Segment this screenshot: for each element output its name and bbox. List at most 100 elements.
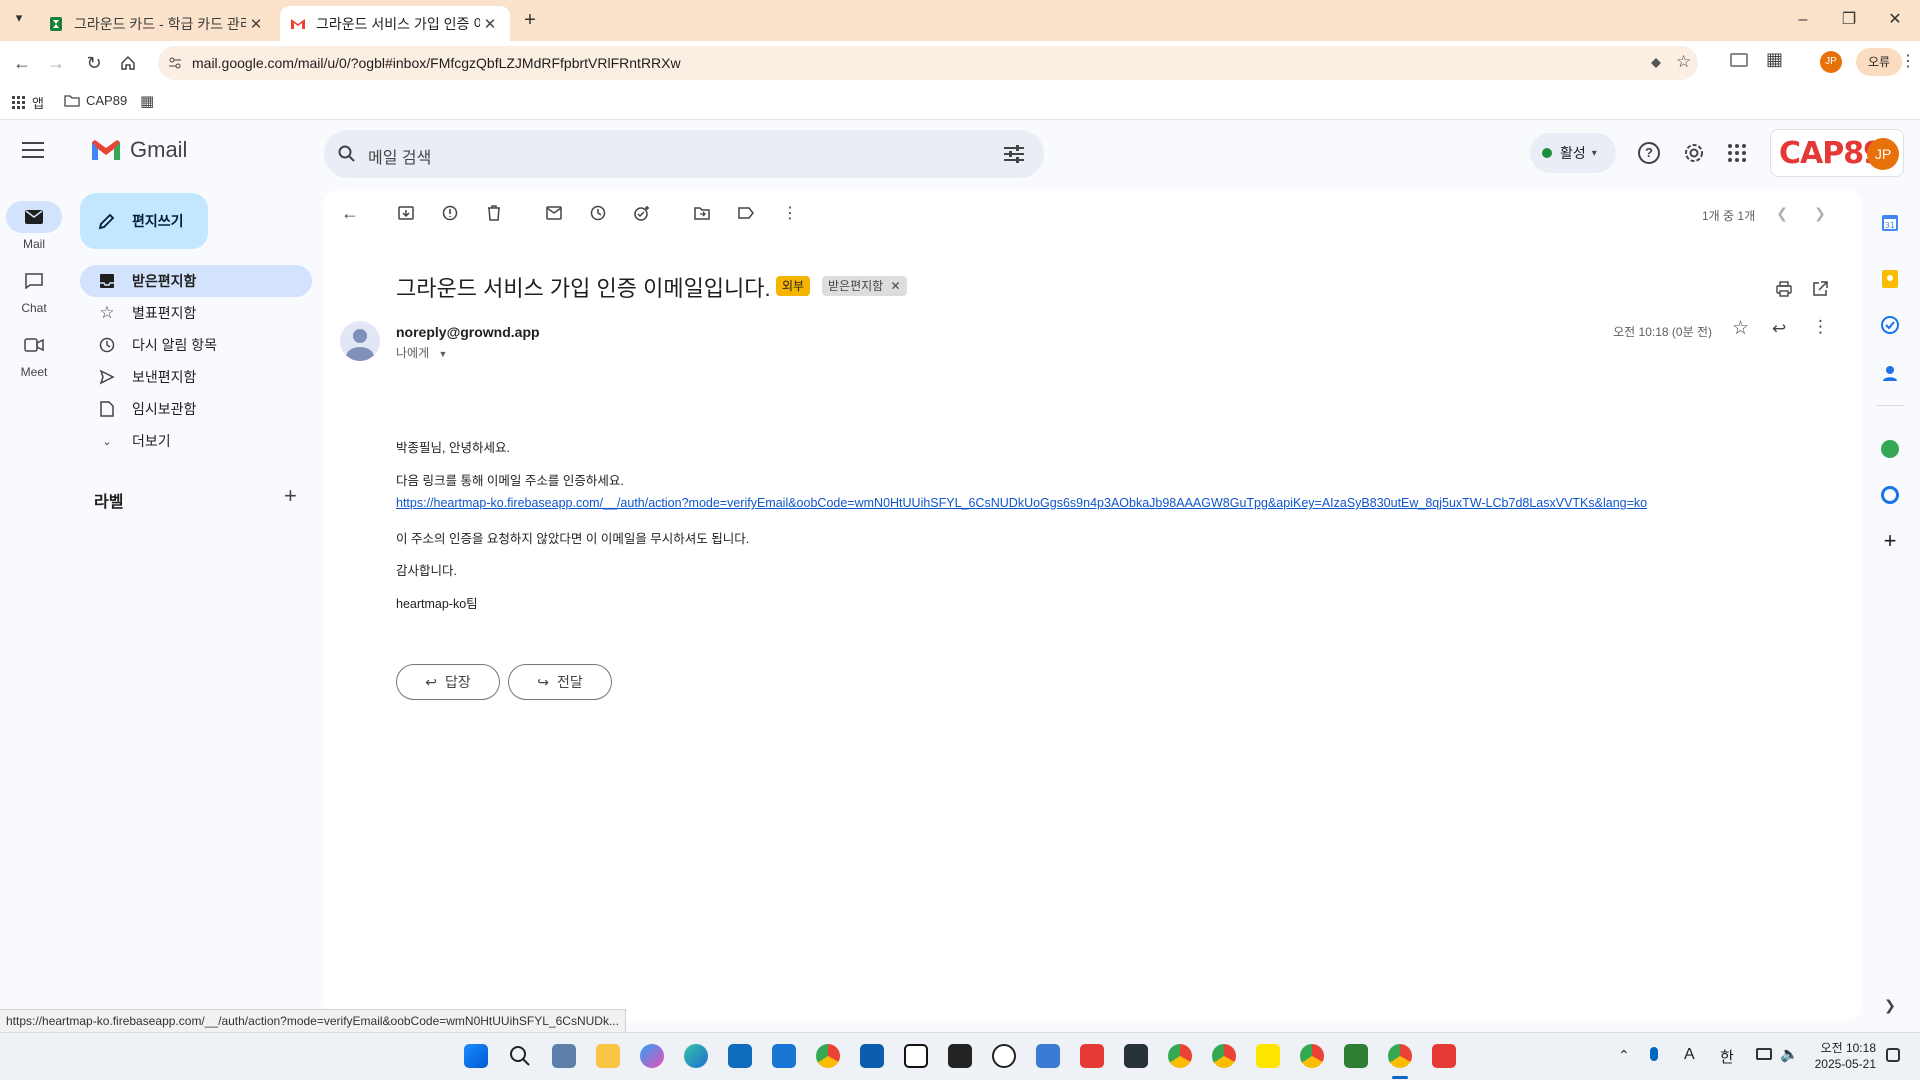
chrome-icon[interactable] xyxy=(1388,1044,1412,1068)
star-icon[interactable]: ☆ xyxy=(1732,317,1749,340)
show-hidden-icons[interactable]: ⌃ xyxy=(1618,1047,1630,1064)
account-chip[interactable]: CAP89 JP xyxy=(1770,129,1904,177)
bookmark-apps[interactable]: 앱 xyxy=(12,93,44,112)
add-label-icon[interactable]: + xyxy=(284,483,297,509)
tab-search-icon[interactable]: ▾ xyxy=(8,10,30,32)
settings-gear-icon[interactable] xyxy=(1682,141,1706,165)
edge-icon[interactable] xyxy=(684,1044,708,1068)
home-button[interactable] xyxy=(114,49,142,77)
reload-button[interactable]: ↻ xyxy=(80,49,108,77)
volume-icon[interactable]: 🔈 xyxy=(1780,1045,1799,1063)
close-tab-icon[interactable]: ✕ xyxy=(246,15,266,33)
tasks-icon[interactable] xyxy=(1878,313,1902,337)
search-icon[interactable] xyxy=(508,1044,532,1068)
widgets-icon[interactable] xyxy=(552,1044,576,1068)
nav-inbox[interactable]: 받은편지함 xyxy=(80,265,312,297)
addon-green-icon[interactable] xyxy=(1878,437,1902,461)
eye-icon[interactable] xyxy=(1648,55,1664,71)
store-icon[interactable] xyxy=(728,1044,752,1068)
more-options-icon[interactable]: ⋮ xyxy=(1812,317,1829,337)
calendar-icon[interactable]: 31 xyxy=(1878,211,1902,235)
older-icon[interactable]: ❯ xyxy=(1806,199,1834,227)
bookmark-cap89[interactable]: CAP89 xyxy=(64,93,127,108)
snooze-icon[interactable] xyxy=(584,199,612,227)
add-to-tasks-icon[interactable] xyxy=(628,199,656,227)
app-icon[interactable] xyxy=(1080,1044,1104,1068)
nav-drafts[interactable]: 임시보관함 xyxy=(80,393,312,425)
nav-starred[interactable]: ☆ 별표편지함 xyxy=(80,297,312,329)
sender-avatar[interactable] xyxy=(340,321,380,361)
hide-side-panel-icon[interactable]: ❯ xyxy=(1878,993,1902,1017)
archive-icon[interactable] xyxy=(392,199,420,227)
notion-icon[interactable] xyxy=(904,1044,928,1068)
app-icon[interactable] xyxy=(1344,1044,1368,1068)
back-to-inbox-icon[interactable]: ← xyxy=(336,199,364,227)
move-to-icon[interactable] xyxy=(688,199,716,227)
get-addons-icon[interactable]: + xyxy=(1878,528,1902,553)
tab-gmail[interactable]: 그라운드 서비스 가입 인증 이메일 ✕ xyxy=(280,6,510,41)
compose-button[interactable]: 편지쓰기 xyxy=(80,193,208,249)
addon-blue-icon[interactable] xyxy=(1878,483,1902,507)
chrome-icon[interactable] xyxy=(816,1044,840,1068)
keep-icon[interactable] xyxy=(1878,267,1902,291)
app-icon[interactable] xyxy=(1124,1044,1148,1068)
status-chip[interactable]: 활성 ▾ xyxy=(1530,133,1616,173)
chrome-icon[interactable] xyxy=(1300,1044,1324,1068)
app-icon[interactable] xyxy=(1432,1044,1456,1068)
account-avatar[interactable]: JP xyxy=(1867,138,1899,170)
search-bar[interactable]: 메일 검색 xyxy=(324,130,1044,178)
kakaotalk-icon[interactable] xyxy=(1256,1044,1280,1068)
app-icon[interactable] xyxy=(1036,1044,1060,1068)
rail-mail[interactable]: Mail xyxy=(0,201,68,251)
app-icon[interactable] xyxy=(860,1044,884,1068)
verification-link[interactable]: https://heartmap-ko.firebaseapp.com/__/a… xyxy=(396,496,1647,510)
microphone-icon[interactable] xyxy=(1650,1047,1658,1061)
recipient-details[interactable]: 나에게 ▼ xyxy=(396,344,447,361)
more-options-icon[interactable]: ⋮ xyxy=(776,199,804,227)
chrome-icon[interactable] xyxy=(1168,1044,1192,1068)
address-bar[interactable]: mail.google.com/mail/u/0/?ogbl#inbox/FMf… xyxy=(158,46,1698,80)
close-window-button[interactable]: ✕ xyxy=(1872,6,1918,34)
rail-meet[interactable]: Meet xyxy=(0,329,68,379)
tab-groups-icon[interactable]: ▦ xyxy=(140,92,154,110)
menu-icon[interactable]: ⋮ xyxy=(1900,51,1916,71)
forward-button[interactable]: → xyxy=(42,49,70,77)
open-in-new-window-icon[interactable] xyxy=(1806,275,1834,303)
label-icon[interactable] xyxy=(732,199,760,227)
nav-snoozed[interactable]: 다시 알림 항목 xyxy=(80,329,312,361)
google-apps-icon[interactable] xyxy=(1727,143,1747,163)
calendar-app-icon[interactable] xyxy=(948,1044,972,1068)
app-icon[interactable] xyxy=(772,1044,796,1068)
report-spam-icon[interactable] xyxy=(436,199,464,227)
chrome-icon[interactable] xyxy=(1212,1044,1236,1068)
sender-email[interactable]: noreply@grownd.app xyxy=(396,324,540,340)
bookmark-star-icon[interactable]: ☆ xyxy=(1676,52,1691,72)
profile-avatar[interactable]: JP xyxy=(1820,51,1842,73)
chatgpt-icon[interactable] xyxy=(992,1044,1016,1068)
minimize-button[interactable]: – xyxy=(1780,6,1826,34)
cast-icon[interactable] xyxy=(1730,53,1748,67)
error-chip[interactable]: 오류 xyxy=(1856,48,1902,76)
close-tab-icon[interactable]: ✕ xyxy=(480,15,500,33)
gmail-logo[interactable]: Gmail xyxy=(90,137,187,163)
system-clock[interactable]: 오전 10:18 2025-05-21 xyxy=(1815,1040,1876,1072)
back-button[interactable]: ← xyxy=(8,49,36,77)
mark-unread-icon[interactable] xyxy=(540,199,568,227)
forward-button[interactable]: ↪ 전달 xyxy=(508,664,612,700)
site-info-icon[interactable] xyxy=(168,56,182,70)
reply-icon[interactable]: ↩ xyxy=(1772,319,1786,339)
help-icon[interactable]: ? xyxy=(1638,142,1660,164)
print-icon[interactable] xyxy=(1770,275,1798,303)
ime-mode[interactable]: A xyxy=(1684,1046,1695,1064)
nav-sent[interactable]: 보낸편지함 xyxy=(80,361,312,393)
language-indicator[interactable]: 한 xyxy=(1720,1046,1734,1067)
reply-button[interactable]: ↩ 답장 xyxy=(396,664,500,700)
contacts-icon[interactable] xyxy=(1878,361,1902,385)
extensions-icon[interactable]: ▦ xyxy=(1766,49,1783,70)
delete-icon[interactable] xyxy=(480,199,508,227)
start-windows-icon[interactable] xyxy=(464,1044,488,1068)
file-explorer-icon[interactable] xyxy=(596,1044,620,1068)
restore-button[interactable]: ❐ xyxy=(1826,6,1872,34)
tab-ground-card[interactable]: 그라운드 카드 - 학급 카드 관리 ✕ xyxy=(38,6,276,41)
remove-label-icon[interactable]: ✕ xyxy=(891,279,901,293)
